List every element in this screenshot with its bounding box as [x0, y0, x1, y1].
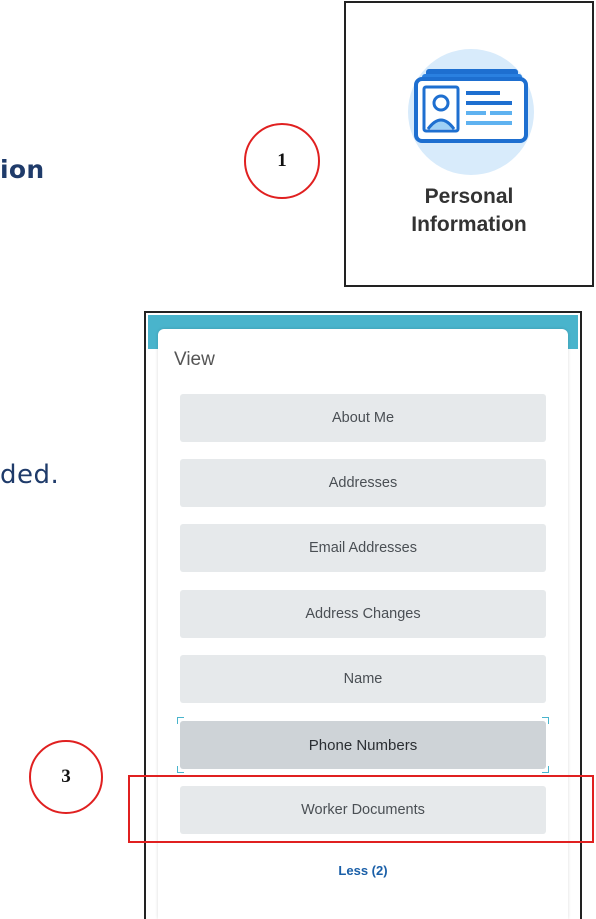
- id-card-icon: [414, 69, 528, 143]
- worker-documents-button[interactable]: Worker Documents: [180, 786, 546, 834]
- name-button[interactable]: Name: [180, 655, 546, 703]
- phone-numbers-button[interactable]: Phone Numbers: [180, 721, 546, 769]
- address-changes-button[interactable]: Address Changes: [180, 590, 546, 638]
- step-1-number: 1: [277, 150, 287, 171]
- worklet-label-line-2: Information: [411, 213, 527, 236]
- email-addresses-button[interactable]: Email Addresses: [180, 524, 546, 572]
- instruction-text-line-1: ion: [0, 155, 45, 184]
- step-1-callout: 1: [244, 123, 320, 199]
- instruction-text-line-2: ded.: [0, 460, 60, 490]
- personal-information-worklet[interactable]: Personal Information: [344, 1, 594, 287]
- addresses-button[interactable]: Addresses: [180, 459, 546, 507]
- less-link[interactable]: Less (2): [180, 863, 546, 878]
- view-panel-title: View: [174, 349, 215, 370]
- about-me-button[interactable]: About Me: [180, 394, 546, 442]
- step-3-number: 3: [61, 766, 71, 787]
- step-3-callout: 3: [29, 740, 103, 814]
- worklet-label-line-1: Personal: [424, 185, 514, 208]
